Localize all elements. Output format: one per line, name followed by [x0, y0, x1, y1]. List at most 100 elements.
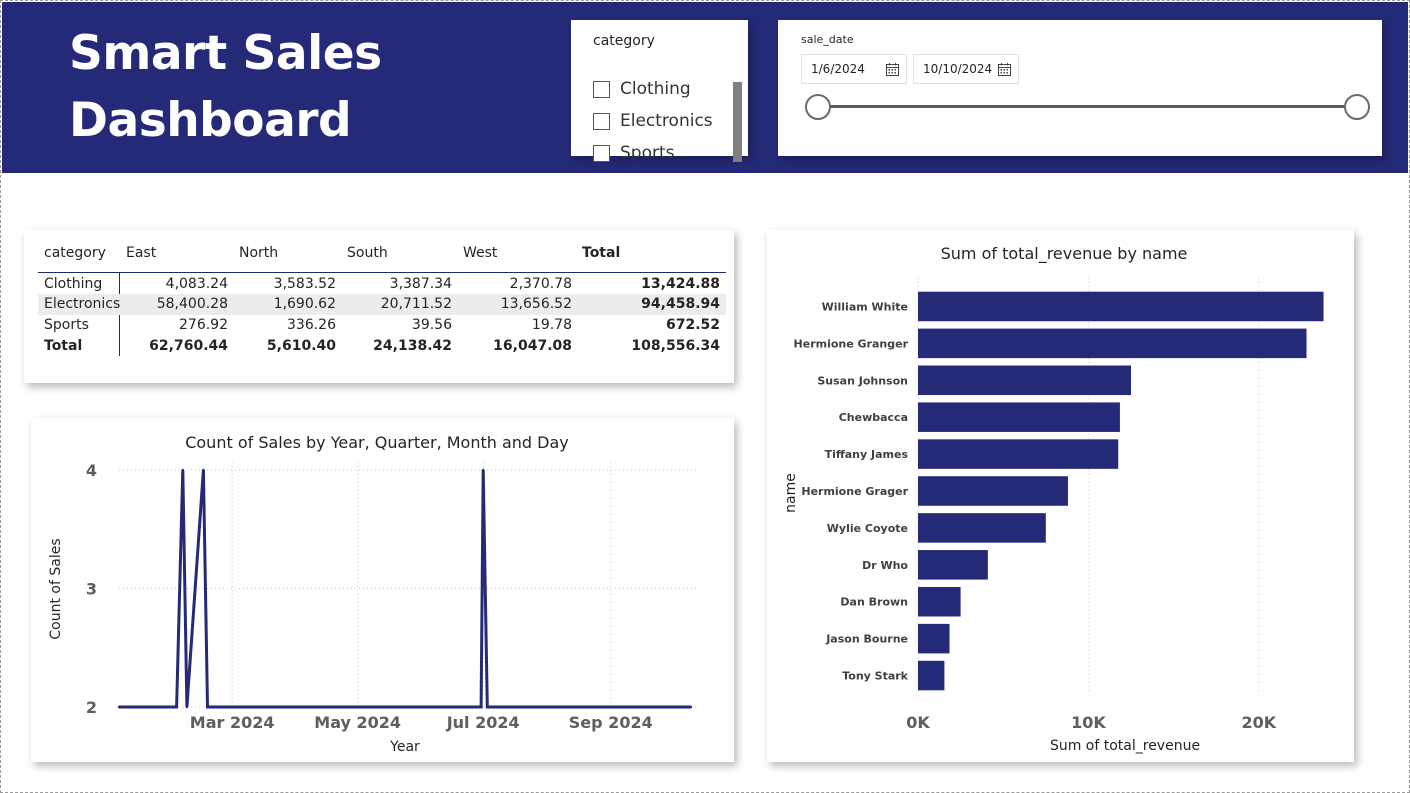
revenue-by-name-bar-chart: Sum of total_revenue by name William Whi… [767, 230, 1354, 762]
total-row: Total 62,760.44 5,610.40 24,138.42 16,04… [38, 336, 726, 357]
column-header[interactable]: category [44, 243, 106, 264]
slicer-item-sports[interactable]: Sports [593, 141, 675, 165]
x-tick-label: Mar 2024 [190, 713, 275, 732]
row-total: 13,424.88 [641, 276, 720, 292]
category-label: Hermione Granger [794, 337, 909, 350]
data-point[interactable] [479, 705, 483, 709]
bar[interactable] [918, 623, 950, 654]
table-cell: 3,583.52 [273, 276, 336, 292]
end-date-value: 10/10/2024 [923, 62, 993, 76]
table-cell: 20,711.52 [380, 296, 452, 312]
table-cell: 39.56 [411, 317, 452, 333]
column-header[interactable]: East [126, 243, 156, 264]
category-label: Dr Who [862, 559, 908, 572]
row-total: 672.52 [665, 317, 720, 333]
bar[interactable] [918, 660, 945, 691]
data-point[interactable] [486, 705, 489, 709]
column-header[interactable]: South [347, 243, 388, 264]
bar-chart-canvas[interactable]: Sum of total_revenue by name William Whi… [767, 230, 1354, 762]
category-label: Wylie Coyote [827, 522, 908, 535]
y-tick-label: 2 [86, 698, 97, 717]
bar[interactable] [918, 513, 1046, 543]
row-label: Clothing [44, 276, 103, 292]
series-line[interactable] [119, 469, 691, 709]
category-label: William White [822, 300, 908, 313]
data-point[interactable] [206, 705, 209, 709]
column-header[interactable]: North [239, 243, 278, 264]
bar[interactable] [918, 439, 1119, 469]
bar[interactable] [918, 328, 1307, 359]
bar[interactable] [918, 550, 988, 580]
y-tick-label: 3 [86, 580, 97, 599]
table-cell: 1,690.62 [273, 296, 336, 312]
slicer-item-electronics[interactable]: Electronics [593, 109, 713, 133]
data-point[interactable] [181, 468, 184, 472]
table-row: Electronics 58,400.28 1,690.62 20,711.52… [38, 294, 726, 315]
table-cell: 5,610.40 [266, 338, 336, 354]
bar[interactable] [918, 402, 1120, 432]
calendar-icon[interactable] [998, 63, 1011, 76]
date-range-track[interactable] [818, 105, 1358, 108]
y-tick-label: 4 [86, 461, 97, 480]
column-header[interactable]: Total [582, 243, 620, 264]
table-row: Sports 276.92 336.26 39.56 19.78 672.52 [38, 315, 726, 336]
date-range-end-handle[interactable] [1344, 94, 1370, 120]
category-label: Chewbacca [839, 411, 908, 424]
table-cell: 24,138.42 [373, 338, 452, 354]
slicer-scrollbar[interactable] [733, 82, 742, 162]
data-point[interactable] [185, 705, 189, 709]
category-label: Hermione Grager [801, 485, 908, 498]
row-label: Electronics [44, 296, 121, 312]
line-chart-canvas[interactable]: Count of Sales by Year, Quarter, Month a… [31, 418, 734, 762]
sales-matrix: category East North South West Total Clo… [24, 230, 734, 383]
slicer-item-clothing[interactable]: Clothing [593, 77, 691, 101]
table-cell: 13,656.52 [500, 296, 572, 312]
calendar-icon[interactable] [886, 63, 899, 76]
y-axis-label: Count of Sales [48, 538, 64, 639]
data-point[interactable] [481, 468, 485, 472]
column-header[interactable]: West [463, 243, 497, 264]
x-tick-label: 0K [906, 713, 930, 732]
slicer-item-label: Clothing [620, 79, 691, 99]
row-total: 94,458.94 [641, 296, 720, 312]
category-label: Jason Bourne [825, 633, 908, 646]
table-cell: 62,760.44 [149, 338, 228, 354]
page-title: Smart Sales Dashboard [69, 20, 382, 154]
start-date-input[interactable]: 1/6/2024 [801, 54, 907, 84]
date-slicer-title: sale_date [801, 33, 854, 46]
row-label: Sports [44, 317, 89, 333]
x-tick-label: 10K [1071, 713, 1106, 732]
row-label: Total [44, 338, 83, 354]
table-cell: 276.92 [179, 317, 228, 333]
chart-title: Sum of total_revenue by name [941, 244, 1188, 264]
date-range-start-handle[interactable] [805, 94, 831, 120]
bar[interactable] [918, 291, 1324, 322]
data-point[interactable] [117, 705, 121, 709]
checkbox-icon[interactable] [593, 80, 610, 98]
category-label: Tiffany James [825, 448, 909, 461]
header-divider [38, 272, 726, 273]
y-axis-label: name [783, 473, 799, 513]
table-row: Clothing 4,083.24 3,583.52 3,387.34 2,37… [38, 274, 726, 295]
bar[interactable] [918, 586, 961, 617]
table-cell: 2,370.78 [509, 276, 572, 292]
page-title-line-1: Smart Sales [69, 26, 382, 81]
data-point[interactable] [175, 705, 178, 709]
x-axis-label: Year [389, 739, 420, 755]
data-point[interactable] [202, 468, 205, 472]
bar[interactable] [918, 365, 1131, 396]
bar[interactable] [918, 476, 1068, 506]
table-cell: 336.26 [287, 317, 336, 333]
table-cell: 16,047.08 [493, 338, 572, 354]
x-tick-label: May 2024 [314, 713, 401, 732]
x-axis-label: Sum of total_revenue [1050, 738, 1200, 754]
end-date-input[interactable]: 10/10/2024 [913, 54, 1019, 84]
slicer-item-label: Sports [620, 143, 675, 163]
sales-count-line-chart: Count of Sales by Year, Quarter, Month a… [31, 418, 734, 762]
checkbox-icon[interactable] [593, 112, 610, 130]
checkbox-icon[interactable] [593, 144, 610, 162]
matrix-header-row: category East North South West Total [38, 243, 726, 264]
chart-title: Count of Sales by Year, Quarter, Month a… [185, 433, 569, 452]
start-date-value: 1/6/2024 [811, 62, 865, 76]
data-point[interactable] [689, 705, 693, 709]
